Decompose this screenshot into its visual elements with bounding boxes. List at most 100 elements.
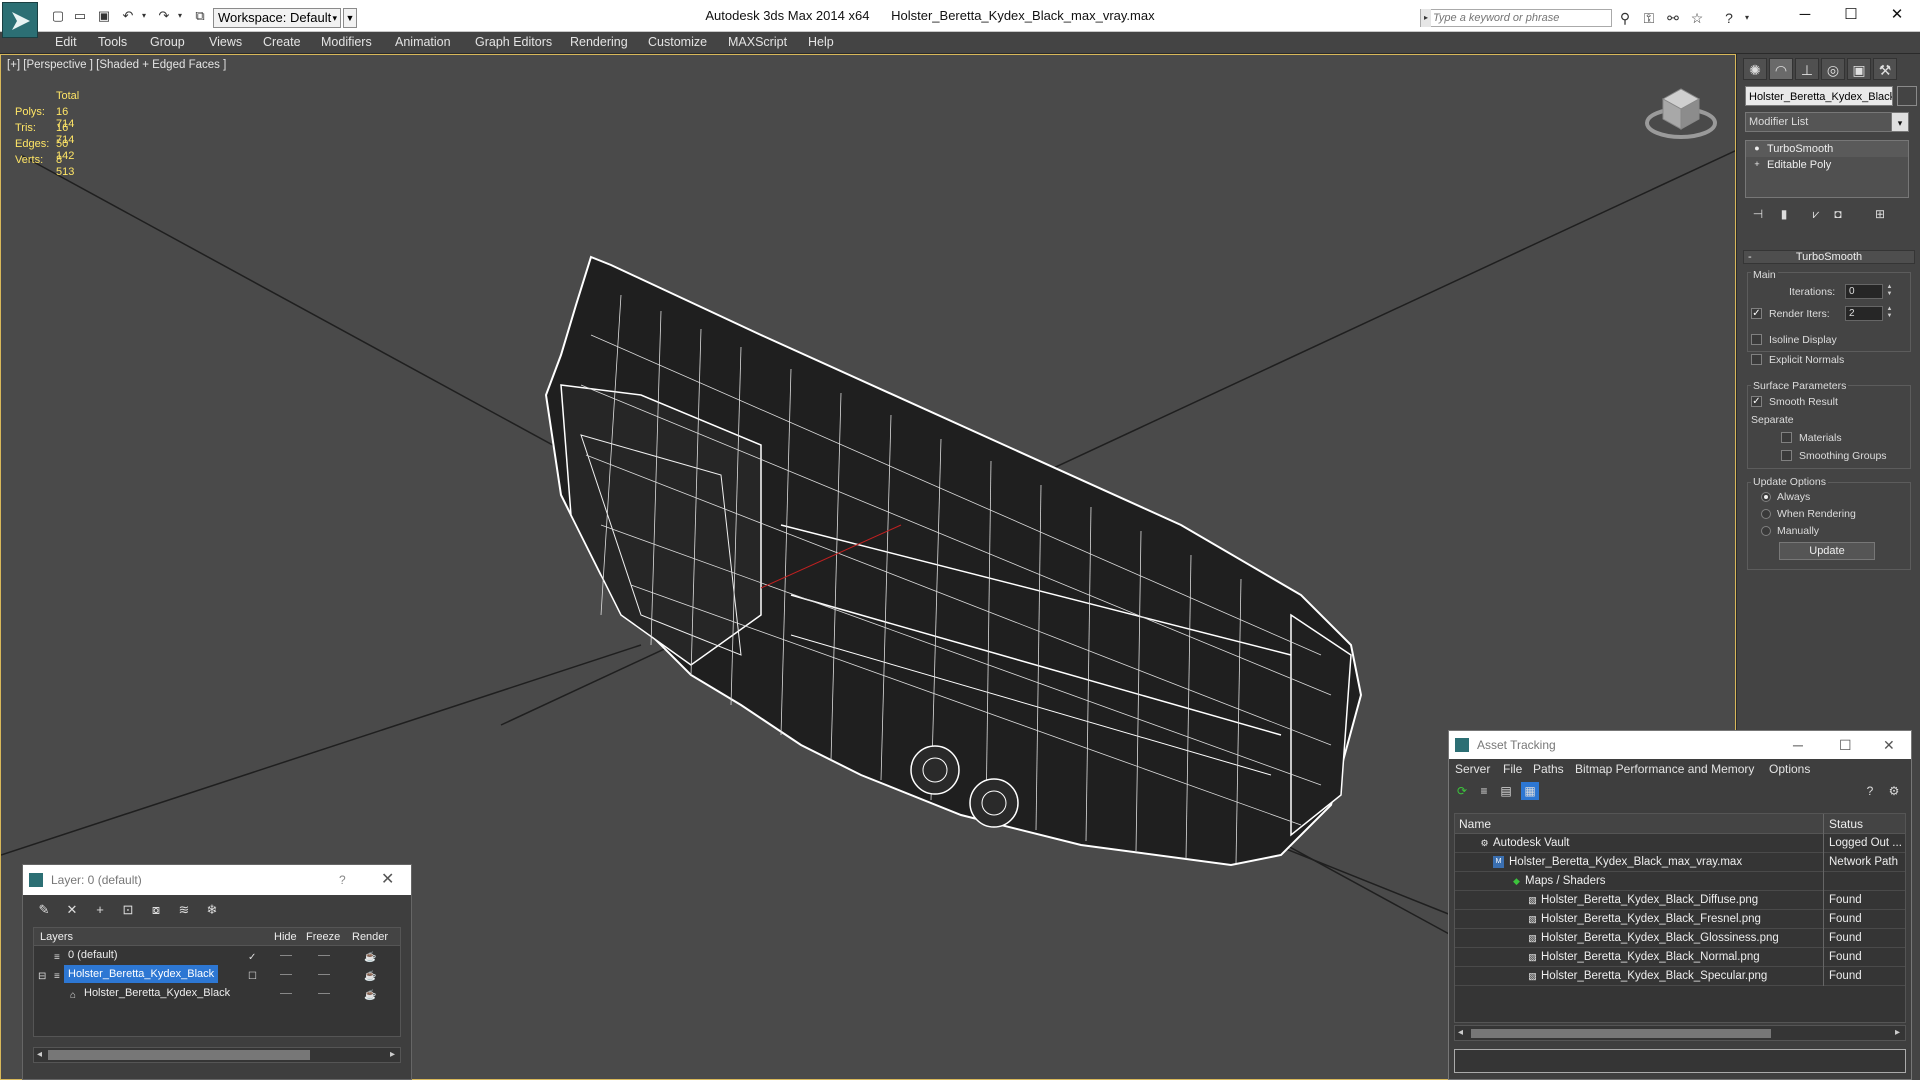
modify-tab-icon[interactable]: ◠ bbox=[1769, 58, 1793, 80]
render-teapot-icon[interactable]: ☕ bbox=[364, 987, 376, 1005]
freeze-toggle[interactable] bbox=[318, 993, 330, 994]
menu-rendering[interactable]: Rendering bbox=[570, 35, 628, 49]
scroll-left-icon[interactable]: ◂ bbox=[37, 1048, 42, 1062]
viewport-label[interactable]: [+] [Perspective ] [Shaded + Edged Faces… bbox=[7, 59, 226, 71]
viewcube-icon[interactable] bbox=[1641, 77, 1721, 143]
motion-tab-icon[interactable]: ◎ bbox=[1821, 58, 1845, 80]
menu-graph-editors[interactable]: Graph Editors bbox=[475, 35, 552, 49]
delete-layer-icon[interactable]: ✕ bbox=[63, 901, 81, 919]
stack-item-editable-poly[interactable]: + Editable Poly bbox=[1746, 157, 1908, 173]
list-view-icon[interactable]: ≡ bbox=[1475, 782, 1493, 800]
freeze-toggle[interactable] bbox=[318, 955, 330, 956]
menu-help[interactable]: Help bbox=[808, 35, 834, 49]
asset-menu-paths[interactable]: Paths bbox=[1533, 762, 1564, 776]
freeze-toggle[interactable] bbox=[318, 974, 330, 975]
col-status[interactable]: Status bbox=[1829, 814, 1863, 834]
asset-row[interactable]: ⚙ Autodesk Vault Logged Out ... bbox=[1455, 834, 1905, 853]
maximize-button[interactable]: ☐ bbox=[1839, 731, 1852, 759]
menu-customize[interactable]: Customize bbox=[648, 35, 707, 49]
update-manually-radio[interactable] bbox=[1761, 526, 1771, 536]
menu-edit[interactable]: Edit bbox=[55, 35, 77, 49]
col-layers[interactable]: Layers bbox=[40, 928, 73, 946]
col-freeze[interactable]: Freeze bbox=[306, 928, 340, 946]
spinner-arrows-icon[interactable]: ▲ ▼ bbox=[1885, 284, 1894, 299]
object-name-field[interactable]: Holster_Beretta_Kydex_Black bbox=[1745, 86, 1893, 106]
refresh-icon[interactable]: ⟳ bbox=[1453, 782, 1471, 800]
binoculars-icon[interactable]: ⚲ bbox=[1616, 9, 1634, 27]
modifier-list-chevron-icon[interactable]: ▾ bbox=[1891, 112, 1909, 132]
smooth-result-checkbox[interactable]: ✓ bbox=[1751, 396, 1762, 407]
layer-table[interactable]: Layers Hide Freeze Render ≡ 0 (default) … bbox=[33, 927, 401, 1037]
bulb-icon[interactable]: ● bbox=[1752, 143, 1762, 154]
scrollbar-thumb[interactable] bbox=[1471, 1029, 1771, 1038]
asset-row[interactable]: ▧ Holster_Beretta_Kydex_Black_Glossiness… bbox=[1455, 929, 1905, 948]
subscription-icon[interactable]: ⚯ bbox=[1664, 9, 1682, 27]
asset-menu-options[interactable]: Options bbox=[1769, 762, 1810, 776]
minimize-button[interactable]: ─ bbox=[1782, 0, 1828, 32]
pin-stack-icon[interactable]: ⊣ bbox=[1749, 204, 1767, 224]
layer-row[interactable]: ⊟ ≡ Holster_Beretta_Kydex_Black ☐ ☕ bbox=[34, 965, 400, 984]
hide-toggle[interactable] bbox=[280, 955, 292, 956]
col-render[interactable]: Render bbox=[352, 928, 388, 946]
new-layer-icon[interactable]: ✎ bbox=[35, 901, 53, 919]
maximize-button[interactable]: ☐ bbox=[1828, 0, 1874, 32]
menu-modifiers[interactable]: Modifiers bbox=[321, 35, 372, 49]
asset-row[interactable]: ▧ Holster_Beretta_Kydex_Black_Diffuse.pn… bbox=[1455, 891, 1905, 910]
asset-row[interactable]: ◆ Maps / Shaders bbox=[1455, 872, 1905, 891]
col-name[interactable]: Name bbox=[1459, 814, 1491, 834]
layer-name[interactable]: Holster_Beretta_Kydex_Black bbox=[64, 965, 219, 983]
menu-views[interactable]: Views bbox=[209, 35, 242, 49]
turbosmooth-rollout-header[interactable]: - TurboSmooth bbox=[1743, 250, 1915, 264]
render-iters-checkbox[interactable]: ✓ bbox=[1751, 308, 1762, 319]
remove-modifier-icon[interactable]: ◘ bbox=[1829, 204, 1847, 224]
hide-all-layers-icon[interactable]: ≋ bbox=[175, 901, 193, 919]
layer-row[interactable]: ⌂ Holster_Beretta_Kydex_Black ☕ bbox=[34, 984, 400, 1003]
separate-materials-checkbox[interactable] bbox=[1781, 432, 1792, 443]
thumbnail-view-icon[interactable]: ▤ bbox=[1497, 782, 1515, 800]
asset-row[interactable]: ▧ Holster_Beretta_Kydex_Black_Normal.png… bbox=[1455, 948, 1905, 967]
object-color-swatch[interactable] bbox=[1897, 86, 1917, 106]
create-tab-icon[interactable]: ✺ bbox=[1743, 58, 1767, 80]
help-button[interactable]: ? bbox=[339, 865, 346, 895]
column-divider[interactable] bbox=[1823, 814, 1824, 834]
show-end-result-icon[interactable]: ▮ bbox=[1775, 204, 1793, 224]
update-when-rendering-radio[interactable] bbox=[1761, 509, 1771, 519]
asset-row[interactable]: M Holster_Beretta_Kydex_Black_max_vray.m… bbox=[1455, 853, 1905, 872]
modifier-stack[interactable]: ● TurboSmooth + Editable Poly bbox=[1745, 140, 1909, 198]
help-icon[interactable]: ? bbox=[1720, 9, 1738, 27]
scrollbar-thumb[interactable] bbox=[48, 1050, 310, 1060]
object-name[interactable]: Holster_Beretta_Kydex_Black bbox=[84, 984, 230, 1002]
table-view-icon[interactable]: ▦ bbox=[1521, 782, 1539, 800]
close-button[interactable]: ✕ bbox=[381, 865, 394, 895]
select-objects-icon[interactable]: ⊡ bbox=[119, 901, 137, 919]
menu-group[interactable]: Group bbox=[150, 35, 185, 49]
scroll-left-icon[interactable]: ◂ bbox=[1458, 1026, 1463, 1040]
scroll-right-icon[interactable]: ▸ bbox=[1895, 1026, 1900, 1040]
spinner-arrows-icon[interactable]: ▲ ▼ bbox=[1885, 306, 1894, 321]
modifier-list-dropdown[interactable]: Modifier List bbox=[1745, 112, 1909, 132]
hide-toggle[interactable] bbox=[280, 993, 292, 994]
menu-tools[interactable]: Tools bbox=[98, 35, 127, 49]
scroll-right-icon[interactable]: ▸ bbox=[390, 1048, 395, 1062]
expand-plus-icon[interactable]: + bbox=[1752, 159, 1762, 170]
make-unique-icon[interactable]: ⩗ bbox=[1807, 204, 1825, 224]
menu-create[interactable]: Create bbox=[263, 35, 301, 49]
asset-table[interactable]: Name Status ⚙ Autodesk Vault Logged Out … bbox=[1454, 813, 1906, 1023]
configure-modifier-sets-icon[interactable]: ⊞ bbox=[1871, 204, 1889, 224]
close-button[interactable]: ✕ bbox=[1883, 731, 1895, 759]
search-expand-icon[interactable]: ▸ bbox=[1421, 9, 1431, 27]
asset-row[interactable]: ▧ Holster_Beretta_Kydex_Black_Fresnel.pn… bbox=[1455, 910, 1905, 929]
asset-menu-server[interactable]: Server bbox=[1455, 762, 1490, 776]
hide-toggle[interactable] bbox=[280, 974, 292, 975]
asset-menu-file[interactable]: File bbox=[1503, 762, 1522, 776]
explicit-normals-checkbox[interactable] bbox=[1751, 354, 1762, 365]
menu-animation[interactable]: Animation bbox=[395, 35, 451, 49]
holster-mesh[interactable] bbox=[544, 255, 1363, 867]
add-to-layer-icon[interactable]: + bbox=[91, 901, 109, 919]
update-button[interactable]: Update bbox=[1779, 542, 1875, 560]
layer-window-titlebar[interactable]: Layer: 0 (default) ? ✕ bbox=[23, 865, 411, 895]
layer-horizontal-scrollbar[interactable]: ◂ ▸ bbox=[33, 1047, 401, 1063]
favorites-star-icon[interactable]: ☆ bbox=[1688, 9, 1706, 27]
stack-item-turbosmooth[interactable]: ● TurboSmooth bbox=[1746, 141, 1908, 157]
layer-row[interactable]: ≡ 0 (default) ✓ ☕ bbox=[34, 946, 400, 965]
